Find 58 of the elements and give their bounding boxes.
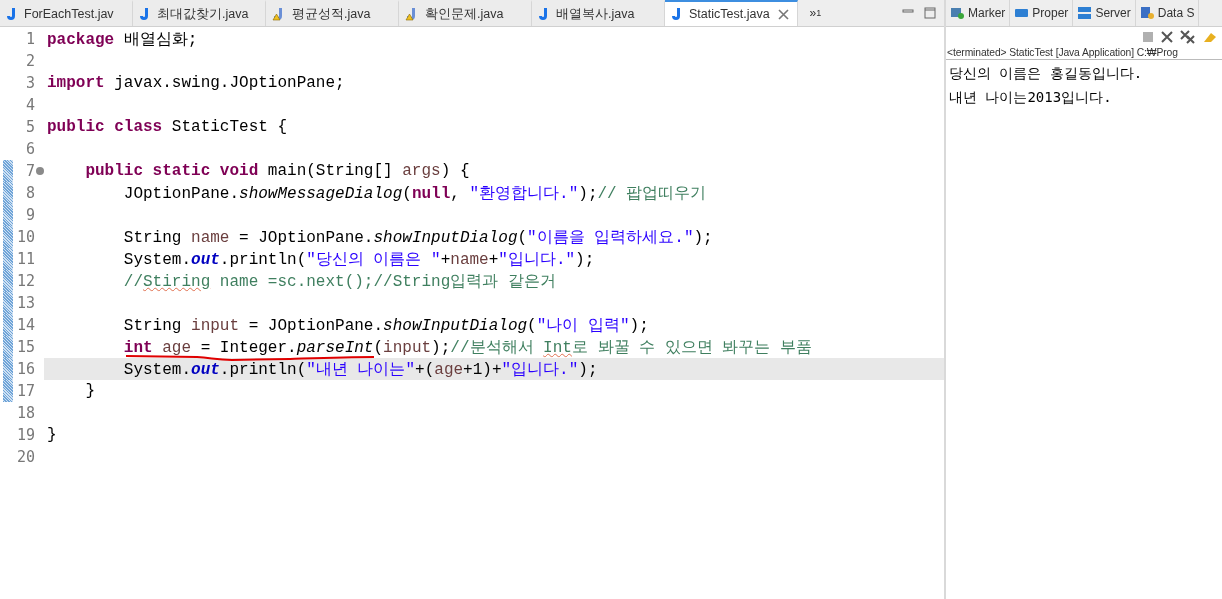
line-number: 17 [15,382,35,400]
console-output: 당신의 이름은 홍길동입니다. [948,64,1144,83]
line-number: 7 [24,162,35,180]
code-line: } [84,382,95,400]
code-line: } [47,426,57,444]
java-file-icon [538,7,548,21]
view-tab[interactable]: Server [1073,0,1136,26]
line-number: 11 [15,250,35,268]
code-line: System.out.println("당신의 이름은 "+name+"입니다."); [122,249,595,270]
line-number: 15 [15,338,35,356]
line-number: 9 [24,206,35,224]
code-line: String input = JOptionPane.showInputDialog("나이 입력"); [122,315,649,336]
fold-icon[interactable] [36,167,44,175]
java-file-warning-icon [272,7,284,21]
server-icon [1077,6,1093,20]
maximize-icon[interactable] [924,7,936,19]
java-file-warning-icon [405,7,417,21]
code-line: String name = JOptionPane.showInputDialog("이름을 입력하세요."); [122,227,713,248]
console-header: <terminated> StaticTest [Java Application] C:₩Prog [946,47,1222,60]
code-line: JOptionPane.showMessageDialog(null, "환영합니다.");// 팝업띠우기 [122,183,707,204]
line-number: 14 [15,316,35,334]
view-tab[interactable]: Data S [1135,0,1200,26]
code-line: public class StaticTest { [47,118,288,136]
line-number: 10 [15,228,35,246]
line-number: 18 [15,404,35,422]
line-number: 8 [24,184,35,202]
code-line: System.out.println("내년 나이는"+(age+1)+"입니다."); [122,359,598,380]
code-line: import javax.swing.JOptionPane; [47,74,345,92]
line-number: 12 [15,272,35,290]
java-file-icon [139,7,149,21]
line-number: 19 [15,426,35,444]
line-number: 2 [24,52,35,70]
line-number: 3 [24,74,35,92]
line-number: 20 [15,448,35,466]
code-line: package 배열심화; [47,29,198,50]
code-line: int age = Integer.parseInt(input);//분석해서 Int로 봐꿀 수 있으면 봐꾸는 부품 [122,337,812,358]
close-icon[interactable] [777,8,789,20]
eraser-icon[interactable] [1202,30,1218,44]
line-number: 13 [15,294,35,312]
view-tab[interactable]: Marker [946,0,1011,26]
database-icon [1139,6,1155,20]
line-number: 16 [15,360,35,378]
code-line: //Stiring name =sc.next();//String입력과 같은거 [122,271,556,292]
java-file-icon [6,7,16,21]
list-check-icon [950,6,965,20]
stop-icon[interactable] [1142,31,1154,43]
code-line: public static void main(String[] args) { [84,162,470,180]
line-number: 1 [24,30,35,48]
editor-tab[interactable]: StaticTest.java [665,0,798,26]
line-number: 5 [24,118,35,136]
console-output: 내년 나이는2013입니다. [948,88,1113,107]
remove-icon[interactable] [1160,30,1174,44]
view-tab[interactable]: Proper [1010,0,1074,26]
remove-all-icon[interactable] [1180,29,1196,45]
java-file-icon [671,7,681,21]
table-icon [1014,6,1030,20]
line-number: 4 [24,96,35,114]
line-number: 6 [24,140,35,158]
